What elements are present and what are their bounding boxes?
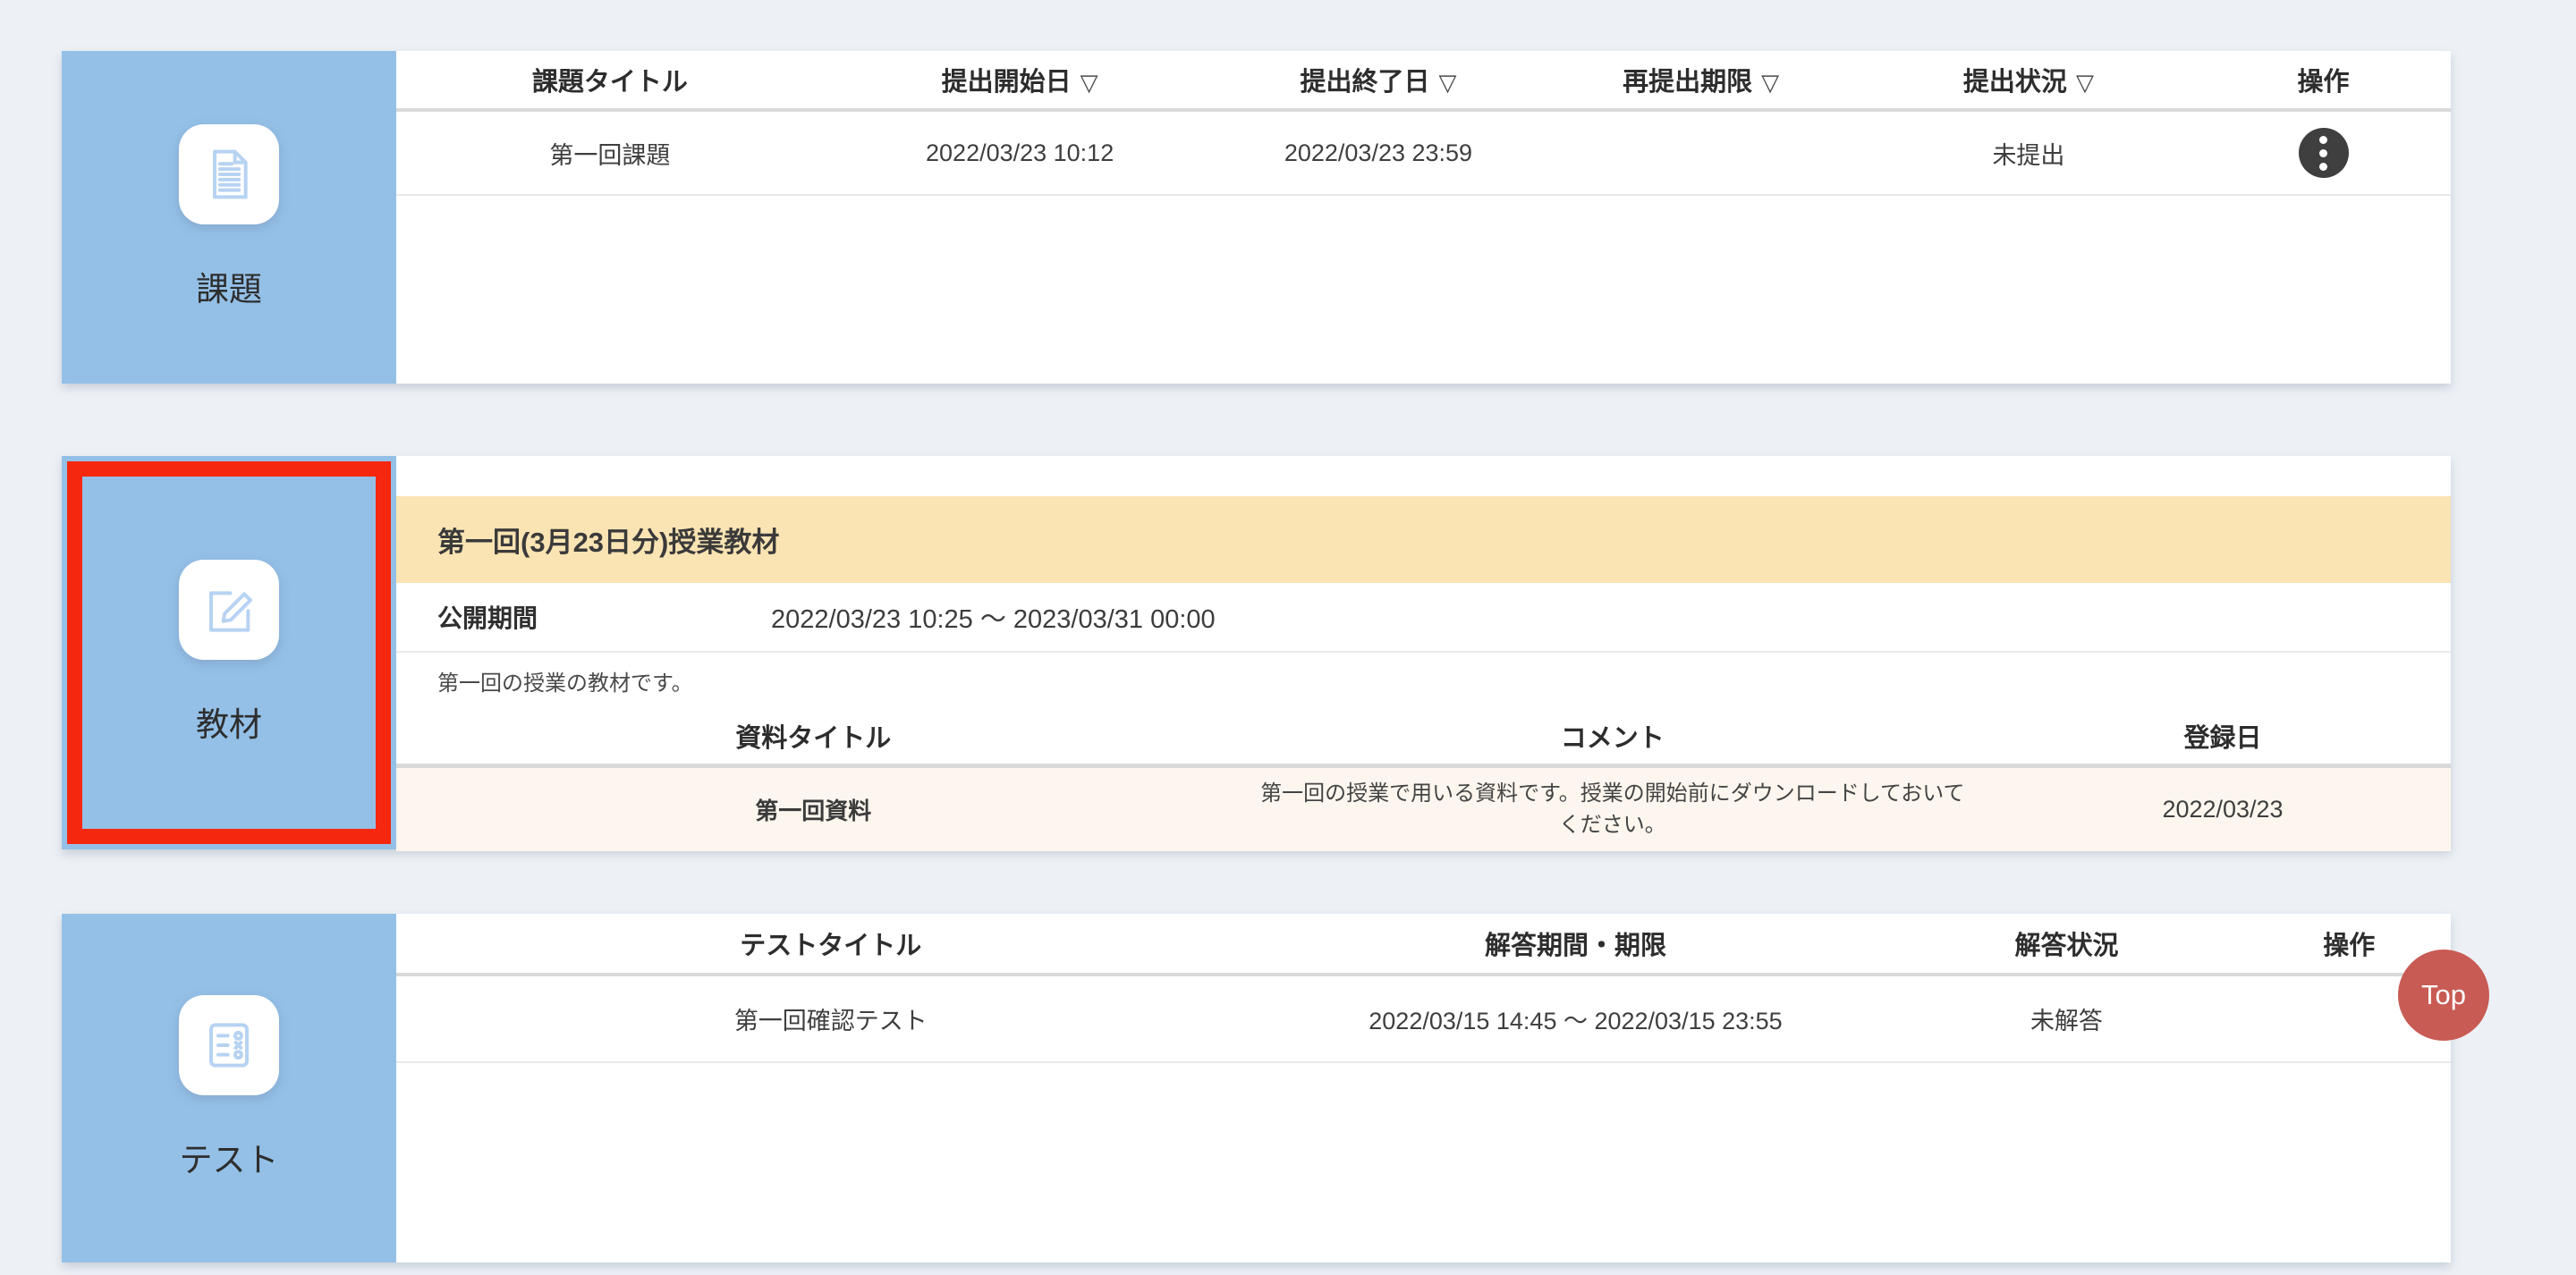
back-to-top-button[interactable]: Top [2398,950,2489,1041]
materials-section: 教材 第一回(3月23日分)授業教材 公開期間 2022/03/23 10:25… [62,456,2451,849]
assignments-section: 課題 課題タイトル 提出開始日▽ 提出終了日▽ 再提出期限▽ 提出状況▽ 操作 … [62,51,2451,384]
assignments-table: 課題タイトル 提出開始日▽ 提出終了日▽ 再提出期限▽ 提出状況▽ 操作 第一回… [396,51,2451,384]
column-header-registered-date: 登録日 [1995,717,2451,755]
column-header-assignment-title: 課題タイトル [396,61,824,98]
material-comment: 第一回の授業で用いる資料です。授業の開始前にダウンロードしておいてください。 [1231,779,1995,841]
assignments-empty-area [396,196,2451,384]
test-row: 第一回確認テスト 2022/03/15 14:45 ～ 2022/03/15 2… [396,976,2451,1063]
column-header-resubmit-deadline[interactable]: 再提出期限▽ [1540,61,1860,98]
sort-icon[interactable]: ▽ [1438,69,1456,96]
assignment-status: 未提出 [1861,136,2196,171]
tests-section: テスト テストタイトル 解答期間・期限 解答状況 操作 第一回確認テスト 202… [62,914,2451,1262]
edit-square-icon [179,560,279,660]
test-title: 第一回確認テスト [396,1001,1266,1036]
quiz-checklist-icon [179,995,279,1095]
column-header-answer-period: 解答期間・期限 [1266,925,1886,962]
document-icon [179,124,279,224]
tests-empty-area [396,1063,2451,1262]
sort-icon[interactable]: ▽ [1080,69,1098,96]
column-header-comment: コメント [1231,717,1995,755]
assignment-operation-cell [2196,128,2451,178]
assignments-tab-label: 課題 [196,262,262,310]
materials-description: 第一回の授業の教材です。 [396,653,2451,697]
publication-period-value: 2022/03/23 10:25 ～ 2023/03/31 00:00 [771,598,1216,636]
materials-content: 第一回(3月23日分)授業教材 公開期間 2022/03/23 10:25 ～ … [396,456,2451,849]
column-header-submit-start[interactable]: 提出開始日▽ [824,61,1216,98]
tests-table-header: テストタイトル 解答期間・期限 解答状況 操作 [396,914,2451,973]
sidebar-tab-tests[interactable]: テスト [62,914,396,1262]
sidebar-tab-assignments[interactable]: 課題 [62,51,396,384]
materials-top-spacer [396,456,2451,496]
material-row: 第一回資料 第一回の授業で用いる資料です。授業の開始前にダウンロードしておいてく… [396,768,2451,851]
assignments-table-header: 課題タイトル 提出開始日▽ 提出終了日▽ 再提出期限▽ 提出状況▽ 操作 [396,51,2451,108]
assignment-title: 第一回課題 [396,136,824,171]
column-header-test-title: テストタイトル [396,925,1266,962]
sort-icon[interactable]: ▽ [2076,69,2094,96]
material-unit-title: 第一回(3月23日分)授業教材 [396,496,2451,583]
assignment-row: 第一回課題 2022/03/23 10:12 2022/03/23 23:59 … [396,112,2451,196]
test-answer-status: 未解答 [1885,1001,2247,1036]
column-header-submit-end[interactable]: 提出終了日▽ [1216,61,1540,98]
materials-table-header: 資料タイトル コメント 登録日 [396,708,2451,764]
kebab-menu-button[interactable] [2299,128,2349,178]
assignment-start-date: 2022/03/23 10:12 [824,139,1216,167]
material-title[interactable]: 第一回資料 [396,793,1231,826]
tests-table: テストタイトル 解答期間・期限 解答状況 操作 第一回確認テスト 2022/03… [396,914,2451,1262]
tests-tab-label: テスト [180,1133,279,1181]
column-header-answer-status: 解答状況 [1885,925,2247,962]
column-header-operation: 操作 [2196,61,2451,98]
publication-period-label: 公開期間 [396,599,771,635]
publication-period-row: 公開期間 2022/03/23 10:25 ～ 2023/03/31 00:00 [396,583,2451,653]
materials-tab-label: 教材 [196,697,262,746]
test-answer-period: 2022/03/15 14:45 ～ 2022/03/15 23:55 [1266,1001,1886,1036]
sidebar-tab-materials[interactable]: 教材 [62,456,396,849]
column-header-submit-status[interactable]: 提出状況▽ [1861,61,2196,98]
column-header-material-title: 資料タイトル [396,717,1231,755]
sort-icon[interactable]: ▽ [1761,69,1779,96]
assignment-end-date: 2022/03/23 23:59 [1216,139,1540,167]
material-registered-date: 2022/03/23 [1995,796,2451,823]
materials-description-zone: 第一回の授業の教材です。 資料タイトル コメント 登録日 [396,653,2451,764]
